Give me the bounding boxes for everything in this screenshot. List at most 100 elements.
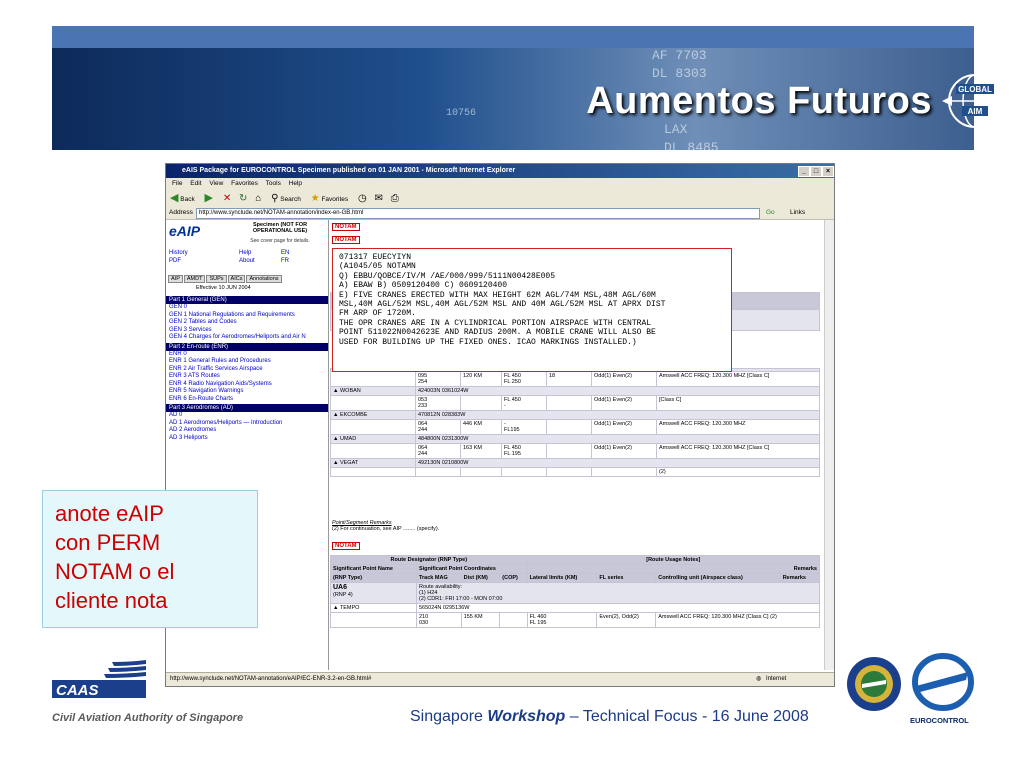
nav-item[interactable]: GEN 1 National Regulations and Requireme… [166,312,328,320]
nav-section-header[interactable]: Part 3 Aerodromes (AD) [166,404,328,412]
nav-section-header[interactable]: Part 1 General (GEN) [166,296,328,304]
nav-item[interactable]: GEN 0 [166,304,328,312]
menu-file[interactable]: File [172,180,182,187]
notam-line: MSL,40M AGL/52M MSL,40M AGL/52M MSL AND … [339,300,666,310]
notam-tag-3[interactable]: NOTAM [332,542,360,550]
effective-date: Effective 10 JUN 2004 [196,285,251,291]
nav-item[interactable]: ENR 2 Air Traffic Services Airspace [166,366,328,374]
nav-item[interactable]: ENR 4 Radio Navigation Aids/Systems [166,381,328,389]
close-icon[interactable]: × [822,166,834,177]
vertical-scrollbar[interactable] [824,220,834,670]
th-point-name: Significant Point Name [330,564,417,574]
favorites-button-label[interactable]: Favorites [321,196,348,203]
banner-ticker-2: DL 8303 [652,66,707,81]
about-link[interactable]: About [239,257,255,265]
dist-cell: 446 KM [460,419,502,435]
nav-item[interactable]: GEN 2 Tables and Codes [166,319,328,327]
tab-aip[interactable]: AIP [168,275,183,283]
search-icon[interactable]: ⚲ [271,193,278,204]
nav-item[interactable]: GEN 3 Services [166,327,328,335]
route-table-2: Route Designator (RNP Type) [Route Usage… [330,555,821,628]
maximize-icon[interactable]: □ [810,166,822,177]
table-row: 053 233 FL 450- Odd(1) Even(2) [Class C] [330,395,820,411]
fl-cell: FL 460 FL 195 [526,612,598,628]
svg-text:AIM: AIM [968,107,983,116]
odd-even-cell: Odd(1) Even(2) [591,419,657,435]
menu-help[interactable]: Help [289,180,302,187]
globe-icon: ◍ [756,676,762,682]
menu-tools[interactable]: Tools [266,180,281,187]
menu-favorites[interactable]: Favorites [231,180,258,187]
faa-seal-icon [847,657,901,711]
route-table-1-rows: 095 254 120 KM FL 450 FL 250 18 Odd(1) Even(2)… [330,368,820,477]
address-input[interactable]: http://www.synclude.net/NOTAM-annotation… [196,208,760,219]
home-icon[interactable]: ⌂ [255,193,261,204]
slide-title: Aumentos Futuros [586,80,932,122]
browser-toolbar: ◀ Back ▶ ✕ ↻ ⌂ ⚲ Search ★ Favorites ◷ ✉ … [166,189,834,208]
mail-icon[interactable]: ✉ [375,193,383,204]
coord-cell: 470812N 028383W [415,410,820,420]
unit-cell: Amswell ACC FREQ: 120.300 MHZ [656,419,820,435]
coord-cell: 565024N 0295136W [415,603,821,613]
notam-tag-1[interactable]: NOTAM [332,223,360,231]
tab-amdt[interactable]: AMDT [183,275,206,283]
unit-cell: [Class C] [656,395,820,411]
go-button[interactable]: Go [766,207,775,219]
browser-statusbar: http://www.synclude.net/NOTAM-annotation… [166,672,834,686]
refresh-icon[interactable]: ↻ [239,193,247,204]
nav-item[interactable]: GEN 4 Charges for Aerodromes/Heliports a… [166,334,328,342]
tab-annotations[interactable]: Annotations [246,275,282,283]
caas-full-name: Civil Aviation Authority of Singapore [52,712,244,724]
minimize-icon[interactable]: _ [798,166,810,177]
track-in: 244 [418,451,428,457]
nav-section-header[interactable]: Part 2 En-route (ENR) [166,342,328,351]
notam-label: NOTAM [332,236,360,244]
back-button-label[interactable]: Back [180,196,194,203]
nav-item[interactable]: ENR 3 ATS Routes [166,373,328,381]
banner-ticker-4: 10756 [446,108,477,119]
cover-note: See cover page for details. [250,238,310,244]
search-button-label[interactable]: Search [280,196,301,203]
table-row: 064 244 163 KM FL 450 FL 195 Odd(1) Even(2) Am… [330,443,820,459]
unit-cell: (2) [656,467,820,477]
back-arrow-icon[interactable]: ◀ [170,192,178,204]
nav-item[interactable]: AD 1 Aerodromes/Heliports — Introduction [166,420,328,428]
track-in: 244 [418,427,428,433]
history-link[interactable]: History [169,250,188,256]
tab-aics[interactable]: AICs [227,275,246,283]
en-link[interactable]: EN [281,249,289,257]
eaip-quick-links: History Help EN PDF About FR [169,249,319,265]
stop-icon[interactable]: ✕ [223,193,231,204]
nav-item[interactable]: ENR 1 General Rules and Procedures [166,358,328,366]
event-suffix: – Technical Focus - 16 June 2008 [565,708,809,725]
callout-line: anote eAIP [55,501,164,526]
point-cell: ▲ UMAD [330,434,416,444]
notam-line: Q) EBBU/QOBCE/IV/M /AE/000/999/5111N0042… [339,271,556,281]
history-icon[interactable]: ◷ [358,193,367,204]
favorites-star-icon[interactable]: ★ [311,193,320,204]
menu-edit[interactable]: Edit [190,180,201,187]
links-label[interactable]: Links [790,207,805,219]
route-availability: Route availability: (1) H24 (2) CDR1: FRI … [415,582,821,604]
tab-sups[interactable]: SUPs [206,275,227,283]
banner-ticker-5: DL 8485 [664,140,719,150]
point-cell: ▲ TEMPO [330,603,417,613]
track-in: 233 [418,403,428,409]
nav-item[interactable]: AD 2 Aerodromes [166,427,328,435]
menu-view[interactable]: View [209,180,223,187]
nav-item[interactable]: ENR 6 En-Route Charts [166,396,328,404]
track-cell: 095 254 [415,371,461,387]
track-cell: 053 233 [415,395,461,411]
notam-tag-2[interactable]: NOTAM [332,236,360,244]
print-icon[interactable]: ⎙ [391,193,399,204]
notam-line: FM ARP OF 1720M. [339,309,416,319]
nav-item[interactable]: AD 0 [166,412,328,420]
nav-item[interactable]: AD 3 Heliports [166,435,328,443]
fr-link[interactable]: FR [281,257,289,265]
help-link[interactable]: Help [239,249,251,257]
pdf-link[interactable]: PDF [169,258,181,264]
nav-item[interactable]: ENR 0 [166,351,328,359]
nav-item[interactable]: ENR 5 Navigation Warnings [166,388,328,396]
forward-arrow-icon[interactable]: ▶ [205,192,213,204]
fl-cell: FL 450 FL 250 [501,371,547,387]
